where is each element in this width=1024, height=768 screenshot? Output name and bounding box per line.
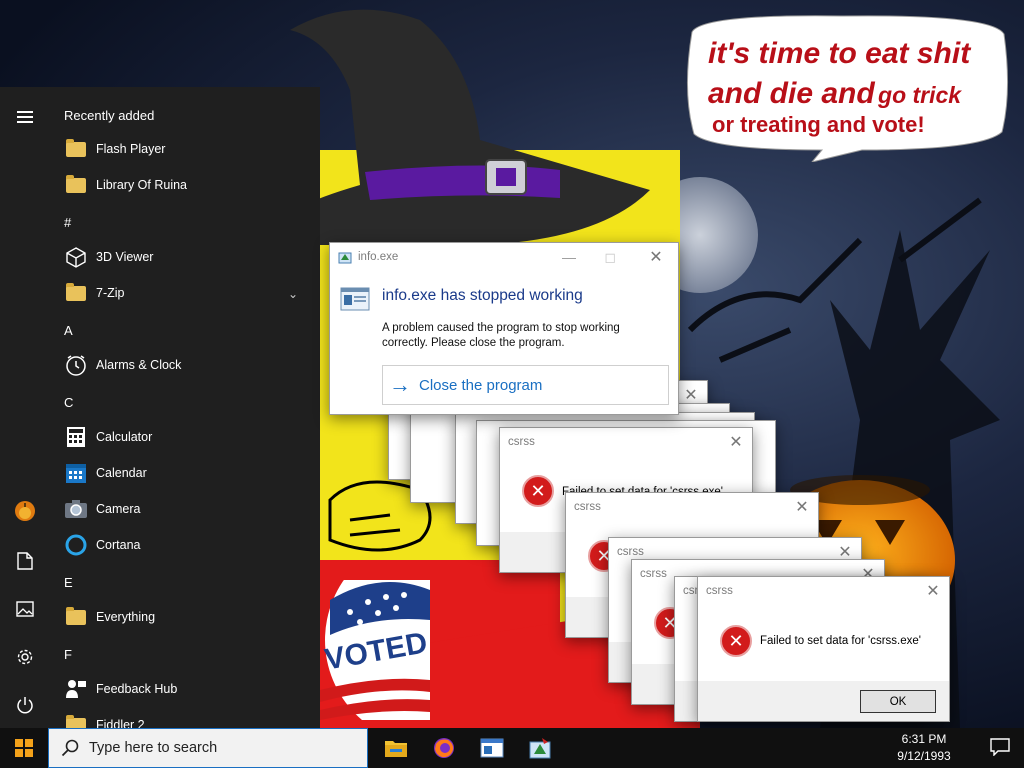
section-letter-a[interactable]: A	[64, 323, 73, 338]
dialog-title: csrss	[640, 568, 667, 580]
app-item-flash-player[interactable]: Flash Player	[50, 131, 312, 167]
close-icon[interactable]: ✕	[640, 243, 672, 271]
app-item-alarms-clock[interactable]: Alarms & Clock	[50, 347, 312, 383]
app-label: Fiddler 2	[96, 718, 145, 728]
speech-line-3: or treating and vote!	[712, 112, 925, 137]
app-item-fiddler-2[interactable]: Fiddler 2	[50, 707, 312, 728]
settings-icon[interactable]	[0, 633, 50, 681]
taskbar: Type here to search 6:31 PM 9/12/1993	[0, 728, 1024, 768]
minimize-icon[interactable]: —	[562, 249, 576, 265]
section-letter-e[interactable]: E	[64, 575, 73, 590]
section-letter-f[interactable]: F	[64, 647, 72, 662]
app-label: Flash Player	[96, 142, 166, 156]
app-item-everything[interactable]: Everything	[50, 599, 312, 635]
app-item-calculator[interactable]: Calculator	[50, 419, 312, 455]
dialog-title: csrss	[706, 585, 733, 597]
dialog-body: A problem caused the program to stop wor…	[382, 322, 620, 349]
calendar-icon	[64, 461, 88, 485]
arrow-right-icon: →	[389, 372, 411, 397]
app-label: Calendar	[96, 466, 147, 480]
close-program-label: Close the program	[419, 376, 543, 394]
close-icon[interactable]: ✕	[917, 577, 949, 605]
search-box[interactable]: Type here to search	[48, 728, 368, 768]
maximize-icon[interactable]: ◻	[604, 249, 616, 266]
app-item-feedback-hub[interactable]: Feedback Hub	[50, 671, 312, 707]
start-button[interactable]	[0, 728, 48, 768]
app-label: 7-Zip	[96, 286, 125, 300]
user-avatar-icon[interactable]	[0, 487, 50, 535]
error-icon: ✕	[720, 625, 752, 657]
dialog-title: csrss	[617, 546, 644, 558]
voted-badge: VOTED	[320, 580, 430, 720]
close-icon[interactable]: ✕	[720, 428, 752, 456]
error-message: Failed to set data for 'csrss.exe'	[760, 635, 921, 647]
file-explorer-icon[interactable]	[372, 728, 420, 768]
app-label: Cortana	[96, 538, 141, 552]
folder-icon	[64, 713, 88, 728]
dialog-heading: info.exe has stopped working	[382, 287, 583, 304]
app-label: Feedback Hub	[96, 682, 178, 696]
section-letter-hash[interactable]: #	[64, 215, 71, 230]
calculator-icon	[64, 425, 88, 449]
dialog-title: info.exe	[358, 251, 399, 263]
app-label: Calculator	[96, 430, 153, 444]
error-icon: ✕	[522, 475, 554, 507]
app-label: Everything	[96, 610, 156, 624]
folder-icon	[64, 281, 88, 305]
speech-line-2-big: and die and	[708, 77, 875, 110]
speech-bubble-text: it's time to eat shit and die and go tri…	[708, 34, 998, 119]
pictures-icon[interactable]	[0, 585, 50, 633]
start-menu: Recently added Flash Player Library Of R…	[0, 87, 320, 728]
feedback-icon	[64, 677, 88, 701]
search-icon	[61, 739, 79, 757]
app-item-camera[interactable]: Camera	[50, 491, 312, 527]
camera-icon	[64, 497, 88, 521]
speech-line-2-small: go trick	[878, 82, 962, 108]
dialog-title: csrss	[574, 501, 601, 513]
dialog-title: csrss	[508, 436, 535, 448]
power-icon[interactable]	[0, 681, 50, 728]
close-program-button[interactable]: → Close the program	[382, 365, 669, 405]
clock-date: 9/12/1993	[897, 749, 951, 763]
installer-icon[interactable]	[516, 728, 564, 768]
app-item-3d-viewer[interactable]: 3D Viewer	[50, 239, 312, 275]
folder-icon	[64, 173, 88, 197]
app-item-7zip[interactable]: 7-Zip ⌄	[50, 275, 312, 311]
windows-logo-icon	[15, 739, 33, 757]
app-label: Library Of Ruina	[96, 178, 188, 192]
recently-added-header: Recently added	[64, 108, 155, 123]
app-list: Recently added Flash Player Library Of R…	[50, 87, 320, 728]
chevron-down-icon[interactable]: ⌄	[288, 287, 298, 301]
start-menu-rail	[0, 87, 50, 728]
app-item-cortana[interactable]: Cortana	[50, 527, 312, 563]
app-label: Camera	[96, 502, 141, 516]
speech-line-1: it's time to eat shit	[708, 37, 971, 70]
info-exe-dialog[interactable]: info.exe — ◻ ✕ info.exe has stopped work…	[329, 242, 679, 415]
cube-icon	[64, 245, 88, 269]
ok-button[interactable]: OK	[860, 690, 936, 713]
app-icon	[338, 252, 352, 264]
firefox-icon[interactable]	[420, 728, 468, 768]
folder-icon	[64, 605, 88, 629]
app-item-calendar[interactable]: Calendar	[50, 455, 312, 491]
folder-icon	[64, 137, 88, 161]
app-label: 3D Viewer	[96, 250, 154, 264]
documents-icon[interactable]	[0, 537, 50, 585]
window-icon[interactable]	[468, 728, 516, 768]
section-letter-c[interactable]: C	[64, 395, 73, 410]
error-dialog-csrss-front[interactable]: csrss ✕ ✕ Failed to set data for 'csrss.…	[697, 576, 950, 722]
app-item-library-of-ruina[interactable]: Library Of Ruina	[50, 167, 312, 203]
menu-icon[interactable]	[0, 93, 50, 141]
cortana-icon	[64, 533, 88, 557]
system-clock[interactable]: 6:31 PM 9/12/1993	[884, 731, 964, 765]
clock-icon	[64, 353, 88, 377]
search-placeholder: Type here to search	[89, 740, 218, 756]
clock-time: 6:31 PM	[901, 732, 947, 746]
close-icon[interactable]: ✕	[786, 493, 818, 521]
program-icon	[340, 287, 370, 311]
notification-icon[interactable]	[990, 738, 1010, 756]
app-label: Alarms & Clock	[96, 358, 182, 372]
